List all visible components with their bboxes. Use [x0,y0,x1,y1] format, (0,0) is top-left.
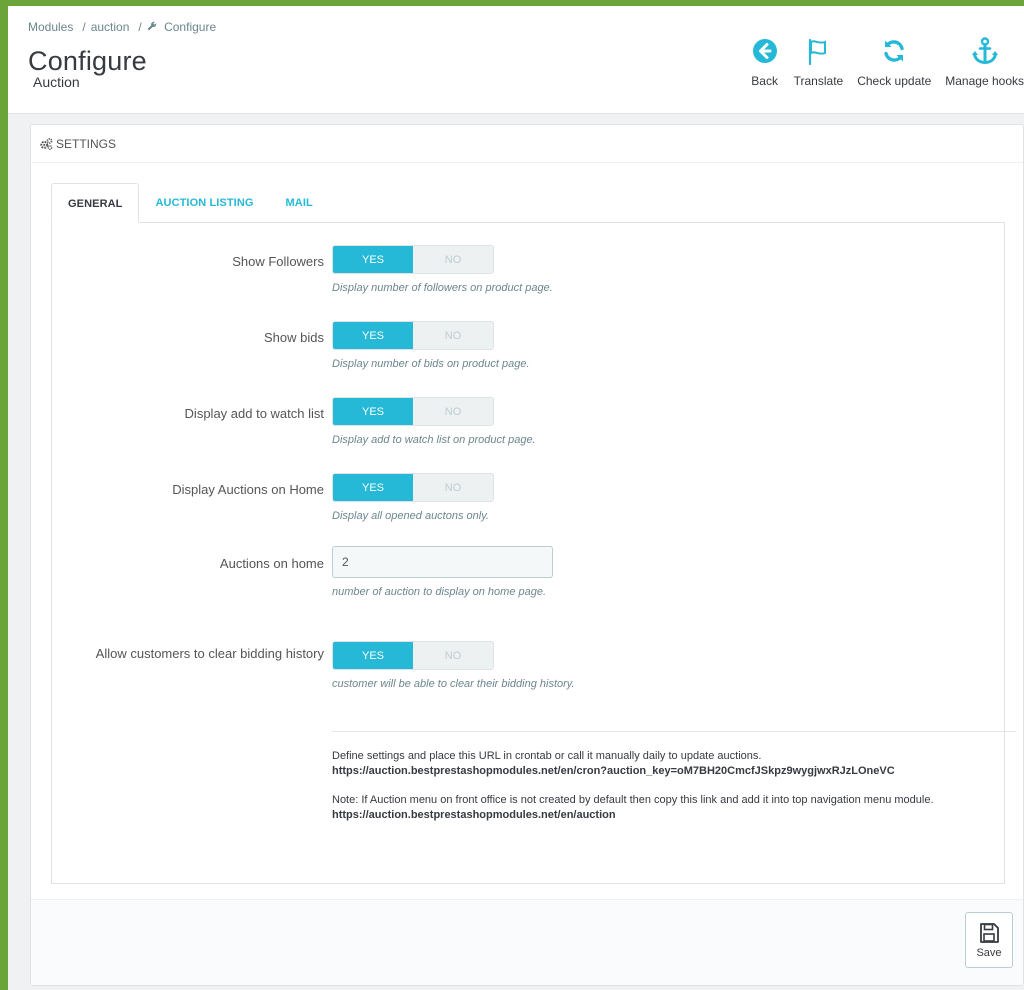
show-bids-label: Show bids [264,330,324,345]
switch-yes[interactable]: YES [333,246,413,273]
back-button[interactable]: Back [750,36,780,88]
auctions-on-home-help: number of auction to display on home pag… [332,586,547,598]
divider [332,731,1016,732]
switch-no[interactable]: NO [413,398,493,425]
auction-menu-url: https://auction.bestprestashopmodules.ne… [332,809,616,821]
settings-panel: SETTINGS GENERAL AUCTION LISTING MAIL Sh… [30,124,1024,986]
watch-list-label: Display add to watch list [184,406,324,421]
note-text: Note: If Auction menu on front office is… [332,794,934,806]
switch-no[interactable]: NO [413,642,493,669]
clear-history-switch[interactable]: YES NO [332,641,494,670]
refresh-icon [884,40,904,62]
switch-no[interactable]: NO [413,322,493,349]
check-update-button[interactable]: Check update [857,36,931,88]
back-label: Back [751,74,778,88]
tab-auction-listing[interactable]: AUCTION LISTING [139,183,269,223]
page-title: Configure [28,46,147,76]
watch-list-switch[interactable]: YES NO [332,397,494,426]
panel-heading-label: SETTINGS [56,136,117,151]
auctions-on-home-input[interactable]: 2 [332,546,553,578]
toolbar: Back Translate Check update Manage hooks [736,36,1024,88]
manage-hooks-button[interactable]: Manage hooks [945,36,1024,88]
wrench-icon [147,20,157,34]
show-bids-help: Display number of bids on product page. [332,358,530,370]
cron-url: https://auction.bestprestashopmodules.ne… [332,765,895,777]
cron-text: Define settings and place this URL in cr… [332,750,762,762]
auctions-home-help: Display all opened auctons only. [332,510,489,522]
show-followers-label: Show Followers [232,254,324,269]
translate-label: Translate [793,74,844,88]
floppy-disk-icon [980,922,999,943]
panel-heading: SETTINGS [31,125,1023,163]
switch-yes[interactable]: YES [333,642,413,669]
auctions-on-home-label: Auctions on home [219,556,324,571]
breadcrumb-separator: / [82,20,86,34]
check-update-label: Check update [857,74,932,88]
cron-info: Define settings and place this URL in cr… [332,749,1016,823]
tab-general[interactable]: GENERAL [51,183,140,223]
panel-footer: Save [31,899,1023,985]
tab-content-general: Show Followers YES NO Display number of … [51,222,1016,884]
breadcrumb-configure: Configure [164,20,217,34]
switch-no[interactable]: NO [413,246,493,273]
breadcrumb-auction[interactable]: auction [91,20,130,34]
auctions-home-switch[interactable]: YES NO [332,473,494,502]
save-button[interactable]: Save [965,912,1013,968]
translate-button[interactable]: Translate [793,36,844,88]
anchor-icon [971,37,998,65]
watch-list-help: Display add to watch list on product pag… [332,434,536,446]
tabs: GENERAL AUCTION LISTING MAIL [51,183,329,223]
show-bids-switch[interactable]: YES NO [332,321,494,350]
switch-yes[interactable]: YES [333,322,413,349]
breadcrumb: Modules / auction / Configure [28,20,220,34]
page-subtitle: Auction [33,74,80,90]
manage-hooks-label: Manage hooks [945,74,1024,88]
breadcrumb-separator: / [138,20,142,34]
frame-left-bar [0,0,8,990]
back-circle-icon [752,39,777,63]
switch-no[interactable]: NO [413,474,493,501]
show-followers-help: Display number of followers on product p… [332,282,553,294]
save-label: Save [976,946,1002,959]
tab-mail[interactable]: MAIL [270,183,329,223]
cogs-icon [40,137,53,150]
clear-history-help: customer will be able to clear their bid… [332,678,575,690]
clear-history-label: Allow customers to clear bidding history [95,646,324,661]
breadcrumb-modules[interactable]: Modules [28,20,73,34]
show-followers-switch[interactable]: YES NO [332,245,494,274]
auctions-home-label: Display Auctions on Home [172,482,324,497]
page-header: Modules / auction / Configure Configure Auc… [8,6,1024,114]
switch-yes[interactable]: YES [333,398,413,425]
flag-icon [809,38,827,66]
switch-yes[interactable]: YES [333,474,413,501]
main-area: Modules / auction / Configure Configure Auc… [8,6,1024,990]
